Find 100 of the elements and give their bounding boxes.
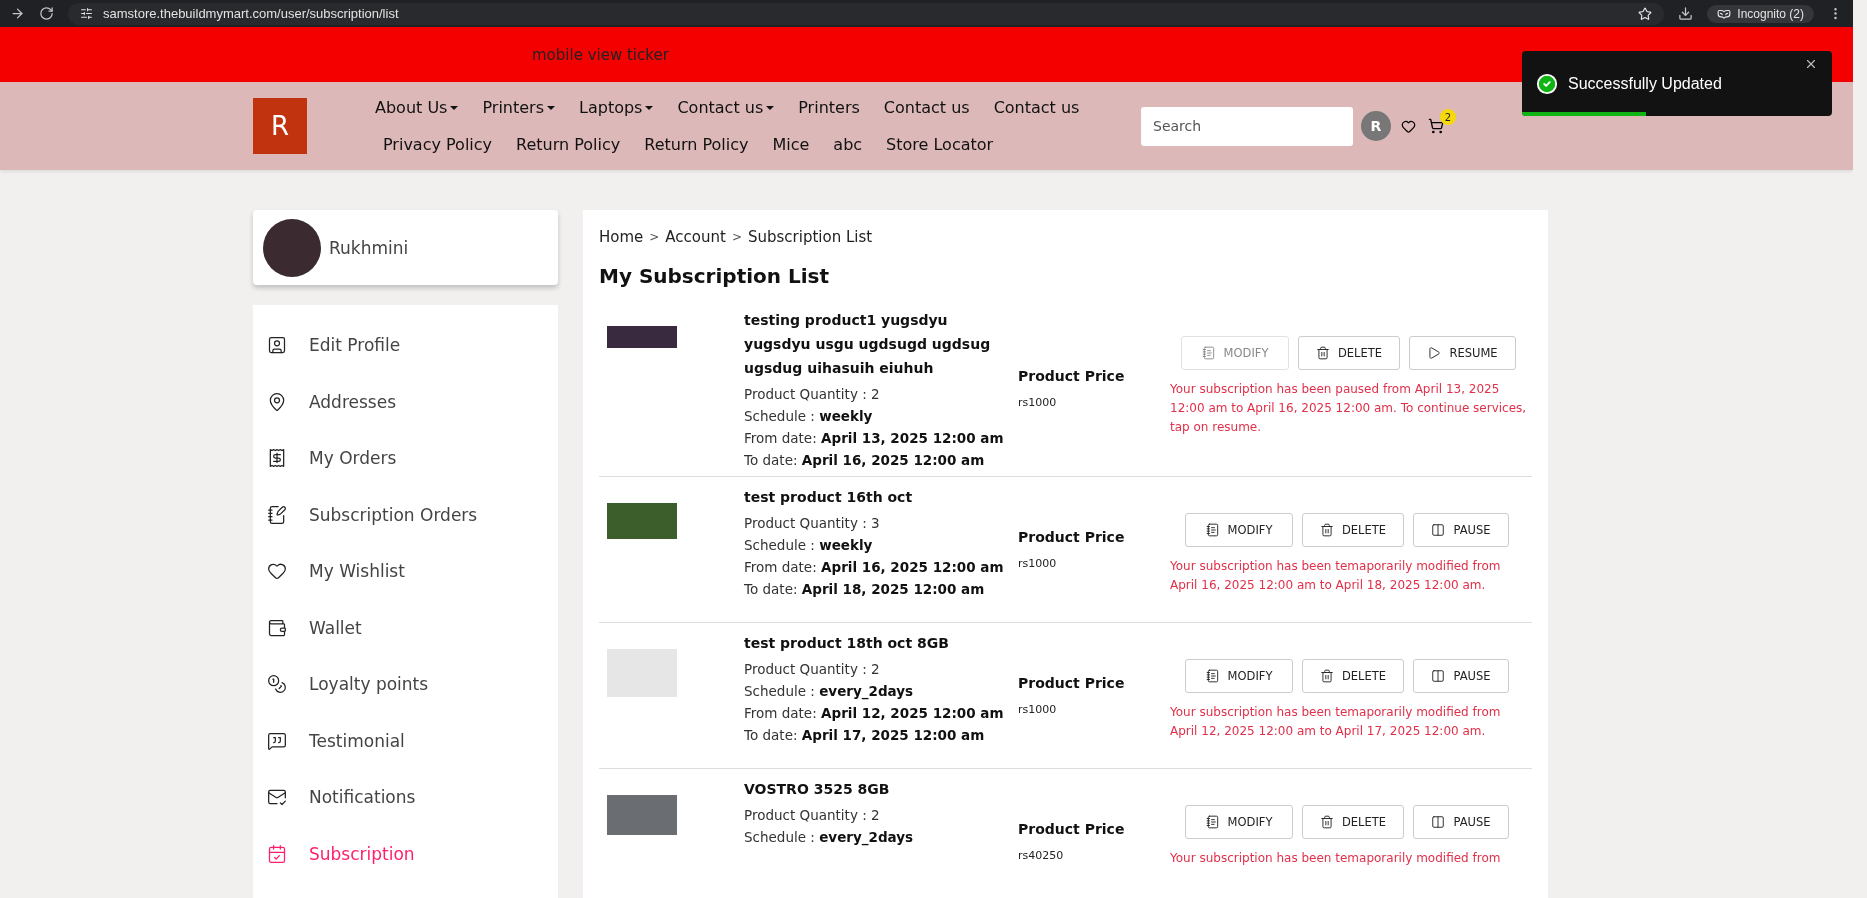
forward-icon[interactable] <box>10 6 25 21</box>
pause-button[interactable]: PAUSE <box>1413 513 1509 547</box>
trash-icon <box>1319 523 1334 537</box>
breadcrumb-link[interactable]: Account <box>665 228 726 246</box>
to-date-text: To date: April 16, 2025 12:00 am <box>744 452 986 468</box>
status-message: Your subscription has been temaporarily modified from <box>1169 850 1502 867</box>
caret-icon <box>766 105 775 110</box>
caret-icon <box>645 105 654 110</box>
to-date-text: To date: April 18, 2025 12:00 am <box>744 581 986 597</box>
play-icon <box>1427 346 1442 360</box>
sidebar-item[interactable]: Wallet <box>253 599 558 656</box>
price-label: Product Price <box>1018 675 1126 691</box>
wallet-icon <box>267 617 287 638</box>
wishlist-heart-icon[interactable] <box>1401 118 1416 134</box>
status-message: Your subscription has been temaporarily modified from April 12, 2025 12:00 am to April 17, 2025 12:00 am. <box>1169 704 1502 740</box>
photo-placeholder <box>607 795 677 835</box>
price-value: rs1000 <box>1018 557 1058 570</box>
reload-icon[interactable] <box>39 6 54 21</box>
bookmark-star-icon[interactable] <box>1638 6 1653 21</box>
search-field[interactable]: Search <box>1141 106 1353 146</box>
logo[interactable]: R <box>253 98 307 154</box>
product-quantity: Product Quantity : 3 <box>744 515 881 531</box>
breadcrumb-link[interactable]: Subscription List <box>748 228 873 246</box>
sidebar-item[interactable]: Edit Profile <box>253 317 558 374</box>
profile-icon <box>267 335 287 356</box>
nav-link[interactable]: Privacy Policy <box>383 135 493 154</box>
trash-icon <box>1319 669 1334 683</box>
sidebar-item[interactable]: Loyalty points <box>253 656 558 713</box>
map-pin-icon <box>267 391 287 412</box>
user-name: Rukhmini <box>329 237 409 258</box>
product-name: VOSTRO 3525 8GB <box>744 780 891 799</box>
schedule-text: Schedule : weekly <box>744 408 874 424</box>
notepad-icon <box>1205 523 1220 537</box>
sidebar-item[interactable]: Notifications <box>253 769 558 826</box>
nav-link[interactable]: Laptops <box>579 98 654 117</box>
sidebar-item[interactable]: Testimonial <box>253 712 558 769</box>
photo-placeholder <box>607 503 677 539</box>
price-label: Product Price <box>1018 367 1126 384</box>
notepad-icon <box>267 504 287 525</box>
nav-link[interactable]: Return Policy <box>644 135 749 154</box>
cart-count: 2 <box>1440 109 1456 125</box>
price-label: Product Price <box>1018 821 1126 837</box>
sidebar-item[interactable]: My Orders <box>253 430 558 487</box>
pause-button[interactable]: PAUSE <box>1413 659 1509 693</box>
user-avatar[interactable]: R <box>1361 111 1391 141</box>
site-settings-icon[interactable] <box>80 7 93 20</box>
price-value: rs1000 <box>1018 703 1058 716</box>
download-icon[interactable] <box>1678 6 1694 21</box>
status-message: Your subscription has been temaporarily modified from April 16, 2025 12:00 am to April 18, 2025 12:00 am. <box>1169 558 1502 594</box>
schedule-text: Schedule : every_2days <box>744 683 915 699</box>
to-date-text: To date: April 17, 2025 12:00 am <box>744 727 986 743</box>
schedule-text: Schedule : weekly <box>744 537 874 553</box>
modify-button[interactable]: MODIFY <box>1185 513 1293 547</box>
breadcrumb-separator: > <box>731 230 742 244</box>
delete-button[interactable]: DELETE <box>1302 513 1404 547</box>
sidebar-item[interactable]: My Wishlist <box>253 543 558 600</box>
pause-icon <box>1431 669 1446 683</box>
nav-link[interactable]: Contact us <box>883 98 970 117</box>
mail-icon <box>267 787 287 808</box>
modify-button[interactable]: MODIFY <box>1185 659 1293 693</box>
pause-icon <box>1431 815 1446 829</box>
price-label: Product Price <box>1018 529 1126 545</box>
nav-link[interactable]: Mice <box>772 135 810 154</box>
coins-icon <box>267 674 287 695</box>
nav-link[interactable]: Printers <box>798 98 860 117</box>
notepad-icon <box>1201 346 1216 360</box>
delete-button[interactable]: DELETE <box>1298 336 1400 370</box>
from-date-text: From date: April 12, 2025 12:00 am <box>744 705 1005 721</box>
sidebar-item[interactable]: Subscription <box>253 825 558 882</box>
calendar-icon <box>267 843 287 864</box>
nav-link[interactable]: Return Policy <box>516 135 621 154</box>
nav-link[interactable]: Contact us <box>677 98 775 117</box>
cart-icon[interactable] <box>1428 118 1444 134</box>
photo-placeholder <box>263 218 321 277</box>
from-date-text: From date: April 16, 2025 12:00 am <box>744 559 1005 575</box>
sidebar-item[interactable]: Addresses <box>253 373 558 430</box>
notepad-icon <box>1205 669 1220 683</box>
from-date-text: From date: April 13, 2025 12:00 am <box>744 430 1005 446</box>
nav-link[interactable]: Store Locator <box>886 135 994 154</box>
trash-icon <box>1319 815 1334 829</box>
resume-button[interactable]: RESUME <box>1409 336 1516 370</box>
modify-button[interactable]: MODIFY <box>1185 805 1293 839</box>
address-bar[interactable]: samstore.thebuildmymart.com/user/subscription/list <box>68 2 1665 25</box>
sidebar-item[interactable]: Subscription Orders <box>253 486 558 543</box>
delete-button[interactable]: DELETE <box>1302 805 1404 839</box>
photo-placeholder <box>607 649 677 697</box>
breadcrumb-link[interactable]: Home <box>599 228 644 246</box>
pause-button[interactable]: PAUSE <box>1413 805 1509 839</box>
nav-link[interactable]: About Us <box>375 98 459 117</box>
pause-icon <box>1431 523 1446 537</box>
incognito-button[interactable]: Incognito (2) <box>1707 4 1814 23</box>
nav-link[interactable]: Contact us <box>993 98 1080 117</box>
nav-link[interactable]: Printers <box>482 98 555 117</box>
breadcrumb-separator: > <box>649 230 660 244</box>
notepad-icon <box>1205 815 1220 829</box>
product-name: test product 16th oct <box>744 488 914 507</box>
nav-link[interactable]: abc <box>833 135 863 154</box>
product-quantity: Product Quantity : 2 <box>744 386 881 402</box>
delete-button[interactable]: DELETE <box>1302 659 1404 693</box>
close-button[interactable] <box>1804 57 1818 71</box>
